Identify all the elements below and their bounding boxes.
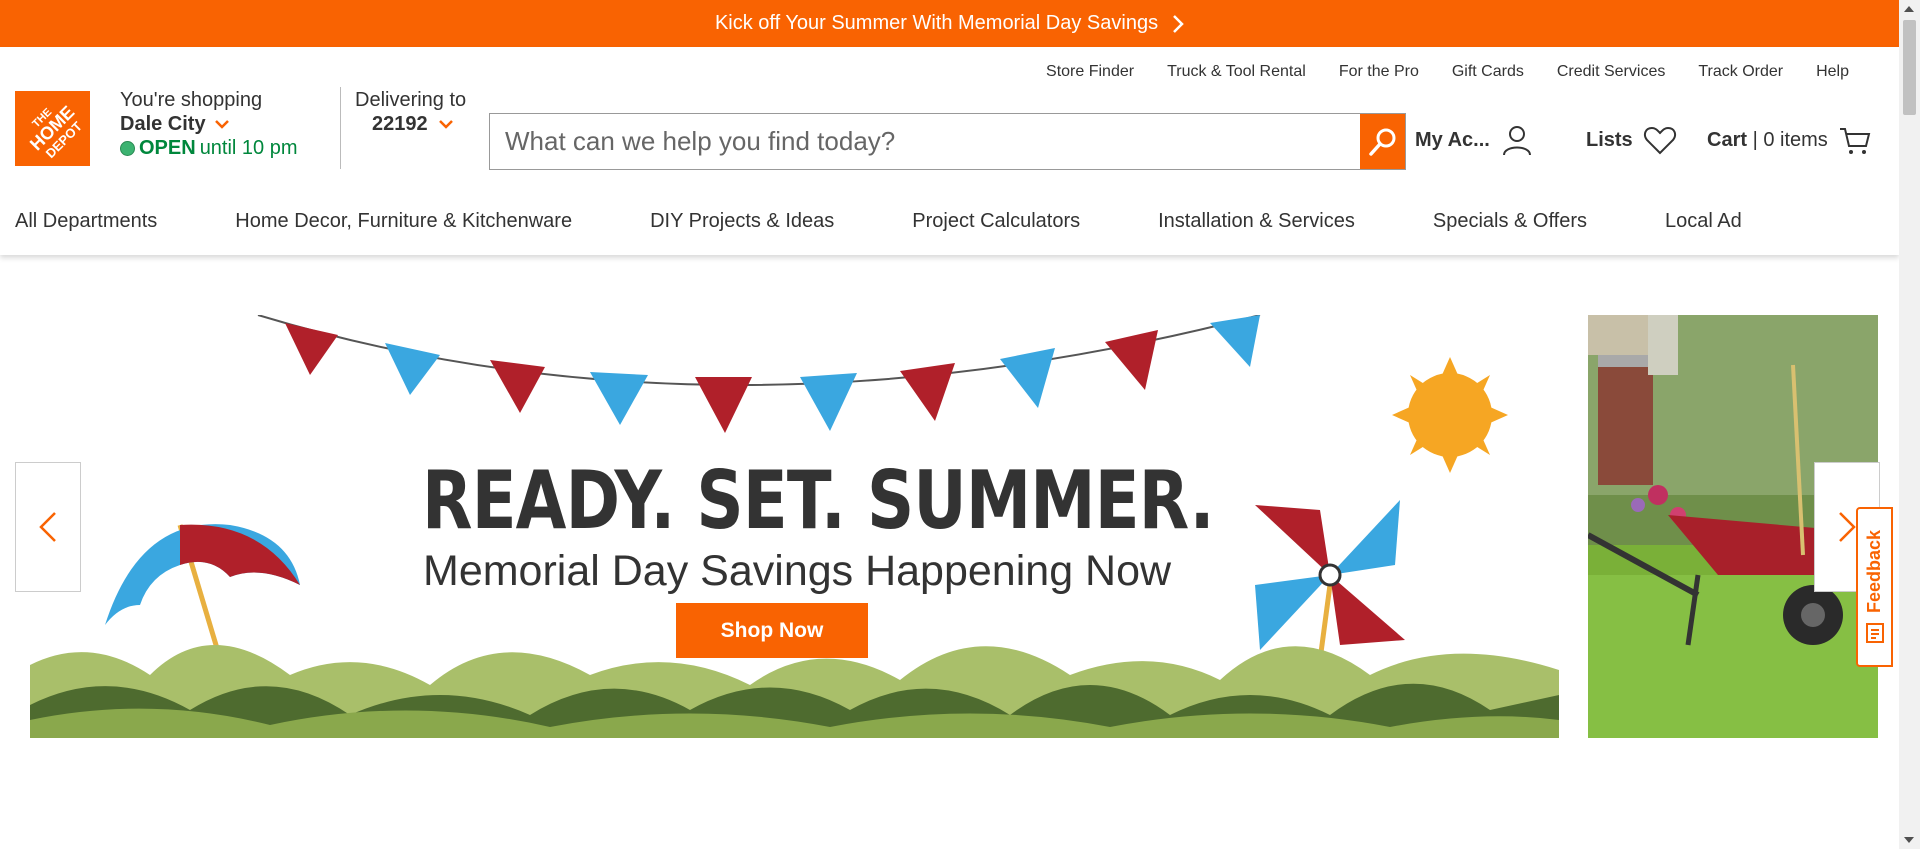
nav-project-calculators[interactable]: Project Calculators xyxy=(912,210,1080,233)
carousel-prev-button[interactable] xyxy=(15,462,81,592)
chevron-down-icon xyxy=(214,120,229,129)
store-finder-link[interactable]: Store Finder xyxy=(1046,63,1134,81)
page-scrollbar[interactable] xyxy=(1899,0,1920,849)
home-depot-logo[interactable]: THE HOME DEPOT xyxy=(15,91,90,166)
delivery-selector[interactable]: Delivering to 22192 xyxy=(355,88,466,136)
help-link[interactable]: Help xyxy=(1816,63,1849,81)
gift-cards-link[interactable]: Gift Cards xyxy=(1452,63,1524,81)
nav-local-ad[interactable]: Local Ad xyxy=(1665,210,1742,233)
hero-slide[interactable]: READY. SET. SUMMER. Memorial Day Savings… xyxy=(30,315,1559,738)
feedback-tab[interactable]: Feedback xyxy=(1856,507,1893,667)
site-header: Store Finder Truck & Tool Rental For the… xyxy=(0,47,1899,255)
main-nav: All Departments Home Decor, Furniture & … xyxy=(15,210,1742,233)
credit-services-link[interactable]: Credit Services xyxy=(1557,63,1665,81)
search-icon xyxy=(1368,128,1395,156)
delivery-zip[interactable]: 22192 xyxy=(372,112,466,136)
hero-headline: READY. SET. SUMMER. xyxy=(422,454,1215,547)
nav-diy-projects[interactable]: DIY Projects & Ideas xyxy=(650,210,834,233)
store-status: OPEN xyxy=(139,137,196,159)
user-icon xyxy=(1502,126,1531,156)
nav-installation-services[interactable]: Installation & Services xyxy=(1158,210,1355,233)
chevron-down-icon xyxy=(438,120,453,129)
scroll-up-arrow[interactable] xyxy=(1904,6,1914,12)
store-label: You're shopping xyxy=(120,89,263,111)
search-button[interactable] xyxy=(1360,114,1405,169)
search-input[interactable] xyxy=(490,114,1360,169)
hero-carousel: READY. SET. SUMMER. Memorial Day Savings… xyxy=(0,255,1899,849)
hero-subline: Memorial Day Savings Happening Now xyxy=(423,547,1172,595)
logo-mark: THE HOME DEPOT xyxy=(15,91,90,166)
lists-label: Lists xyxy=(1586,128,1633,151)
track-order-link[interactable]: Track Order xyxy=(1698,63,1783,81)
nav-specials-offers[interactable]: Specials & Offers xyxy=(1433,210,1587,233)
promo-text[interactable]: Kick off Your Summer With Memorial Day S… xyxy=(715,12,1158,35)
my-account-button[interactable]: My Ac... xyxy=(1415,123,1534,157)
promo-banner[interactable]: Kick off Your Summer With Memorial Day S… xyxy=(0,0,1899,47)
store-hours-text: until 10 pm xyxy=(199,137,298,159)
lists-button[interactable]: Lists xyxy=(1586,123,1677,157)
cart-button[interactable]: Cart | 0 items xyxy=(1707,123,1872,157)
scroll-down-arrow[interactable] xyxy=(1904,837,1914,843)
store-selector[interactable]: You're shopping Dale City OPEN until 10 … xyxy=(120,88,298,160)
truck-tool-rental-link[interactable]: Truck & Tool Rental xyxy=(1167,63,1306,81)
nav-home-decor[interactable]: Home Decor, Furniture & Kitchenware xyxy=(235,210,572,233)
my-account-label: My Ac... xyxy=(1415,128,1490,151)
search-bar xyxy=(489,113,1406,170)
delivery-label: Delivering to xyxy=(355,89,467,111)
nav-all-departments[interactable]: All Departments xyxy=(15,210,157,233)
cart-icon xyxy=(1839,128,1871,154)
for-the-pro-link[interactable]: For the Pro xyxy=(1339,63,1419,81)
cart-separator: | xyxy=(1752,128,1758,151)
utility-links: Store Finder Truck & Tool Rental For the… xyxy=(1013,63,1849,81)
cart-count: 0 items xyxy=(1763,128,1828,151)
cart-label: Cart xyxy=(1707,128,1748,151)
header-divider xyxy=(340,87,341,169)
shop-now-button[interactable]: Shop Now xyxy=(676,603,868,658)
heart-icon xyxy=(1643,126,1676,155)
chevron-left-icon xyxy=(39,512,56,542)
store-hours: OPEN until 10 pm xyxy=(120,136,298,160)
feedback-label: Feedback xyxy=(1864,530,1884,614)
chevron-right-icon xyxy=(1839,512,1856,542)
store-name[interactable]: Dale City xyxy=(120,112,298,136)
chevron-right-icon xyxy=(1173,14,1184,33)
feedback-icon xyxy=(1865,622,1884,643)
scroll-thumb[interactable] xyxy=(1903,20,1916,115)
open-status-dot xyxy=(120,140,135,156)
